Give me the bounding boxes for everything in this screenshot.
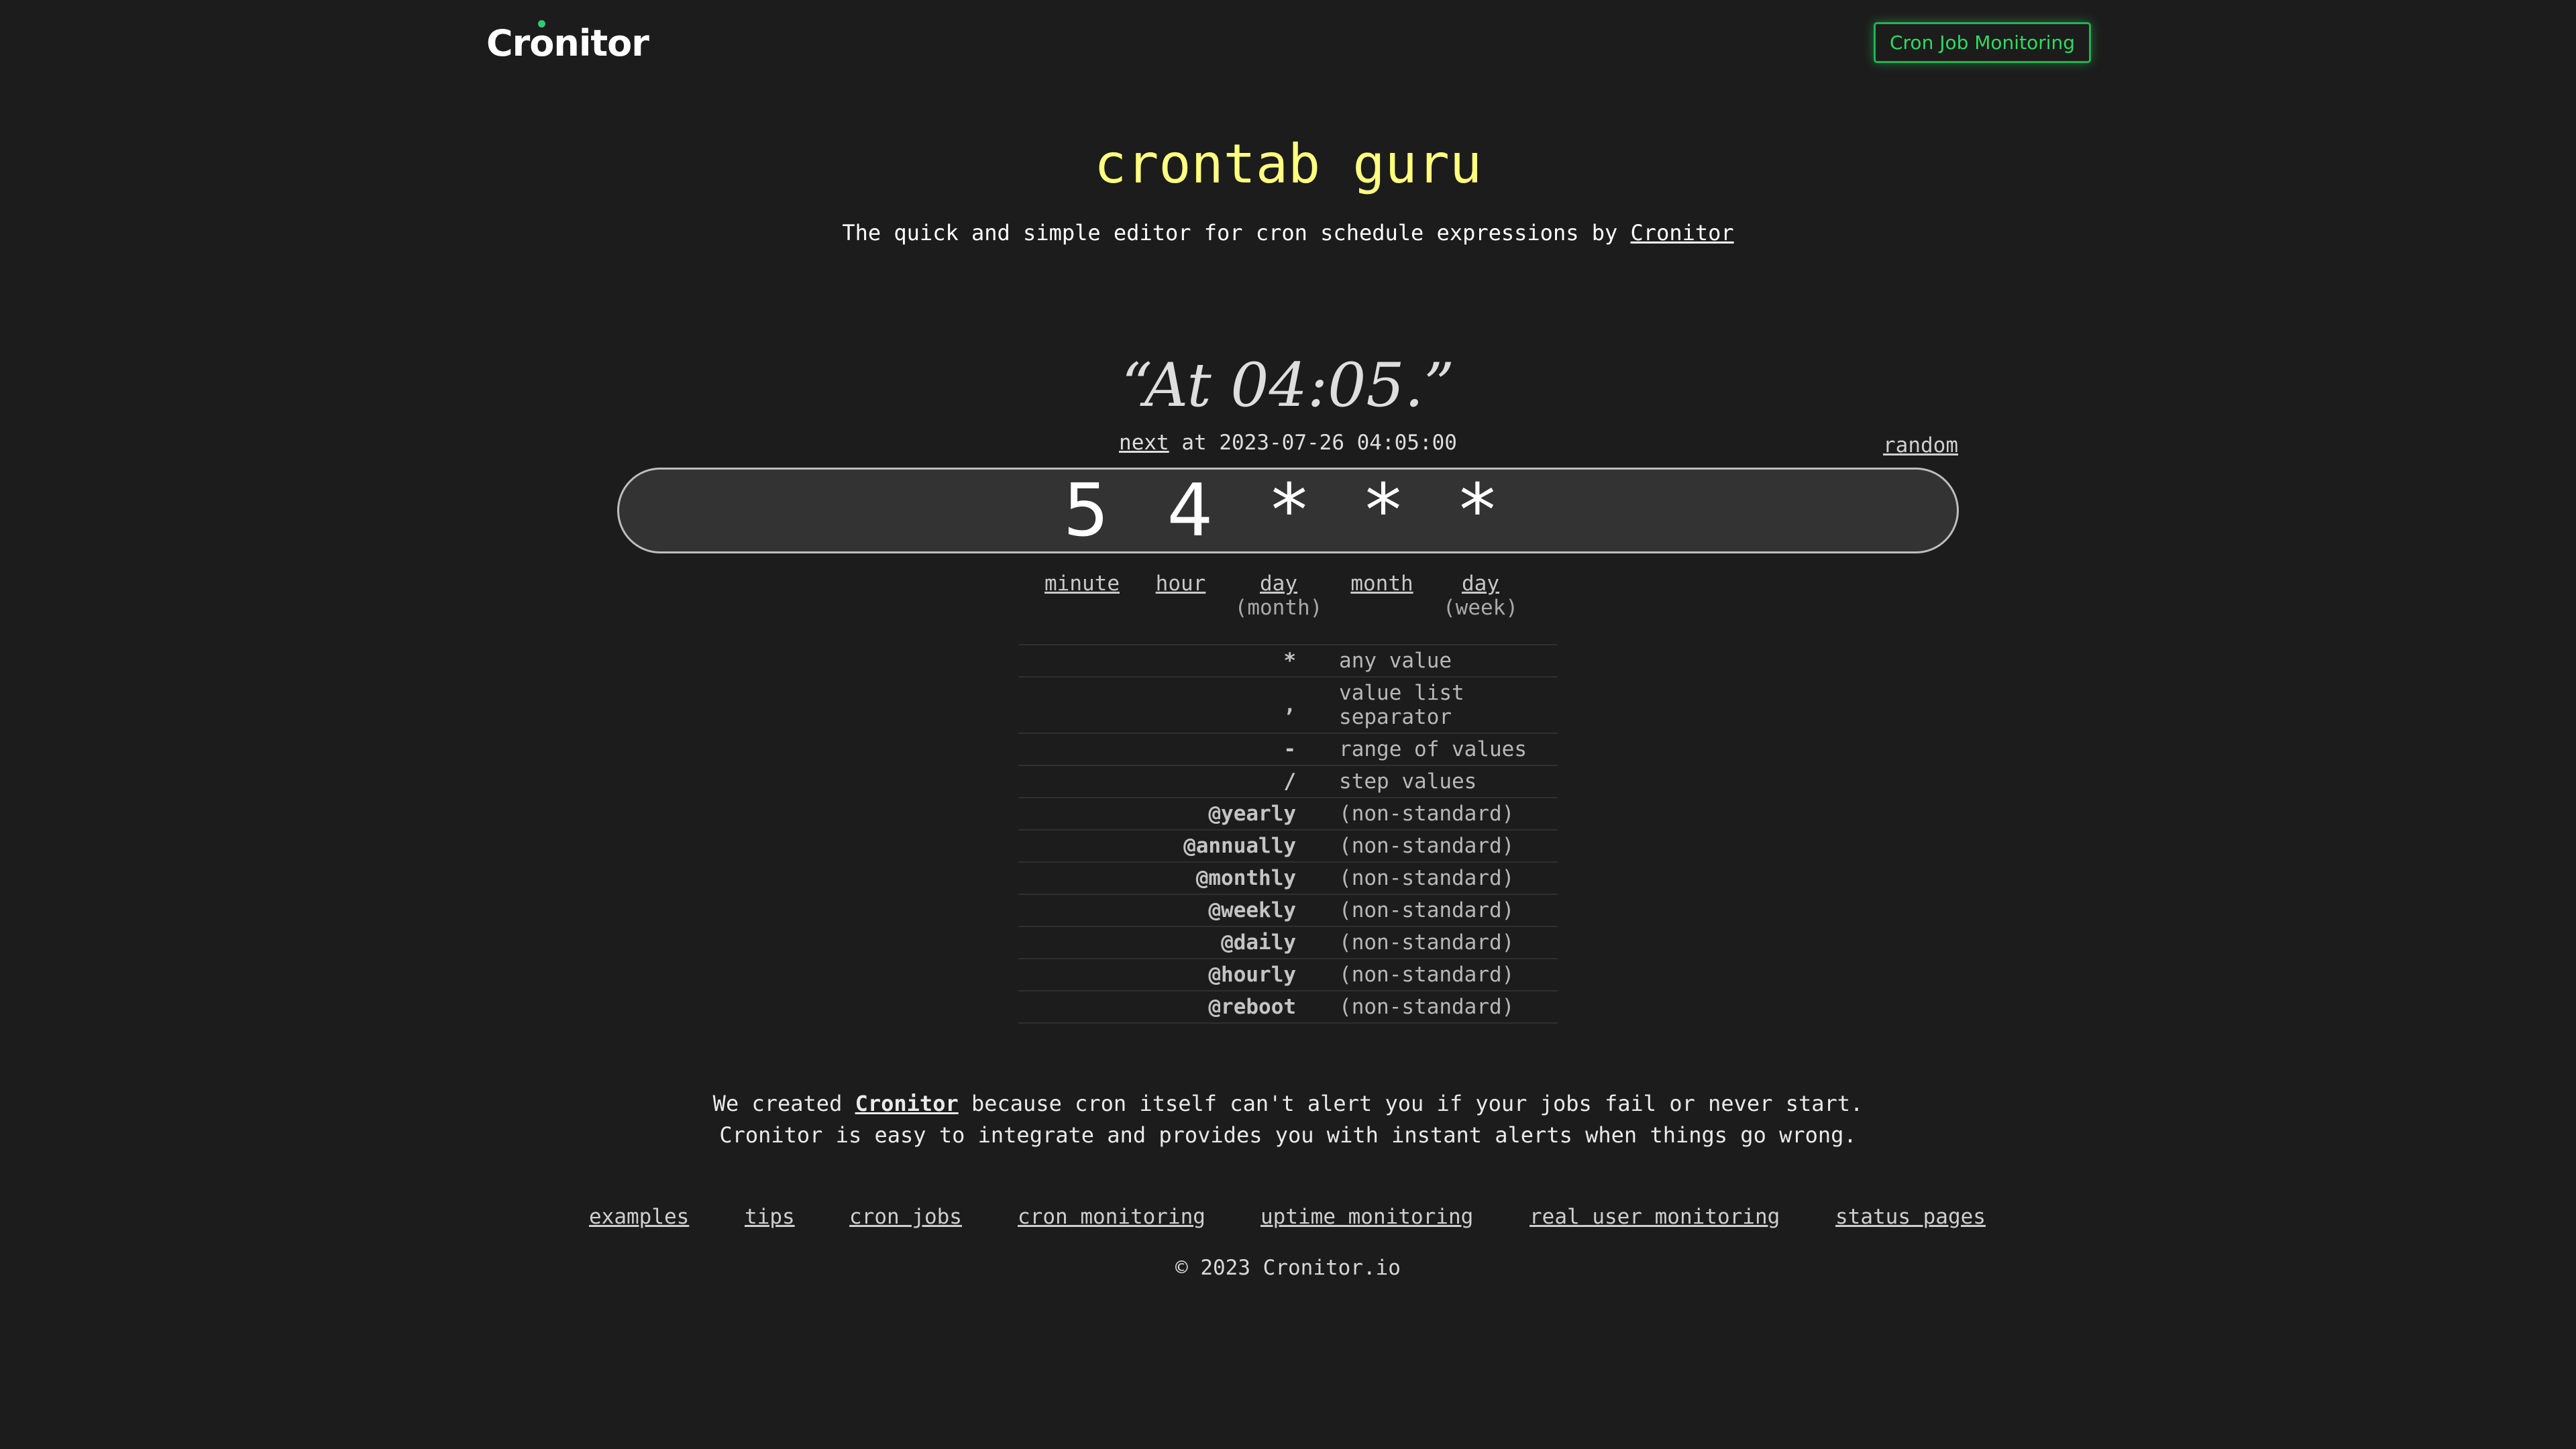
copyright: © 2023 Cronitor.io (1175, 1256, 1401, 1280)
table-row: @reboot (non-standard) (1018, 991, 1558, 1023)
part-label[interactable]: hour (1156, 572, 1206, 596)
reference-symbol: , (1283, 693, 1297, 717)
logo-text-o: o (529, 22, 554, 64)
part-label[interactable]: day (1235, 572, 1323, 596)
page-title: crontab guru (1094, 133, 1482, 195)
logo-text-suffix: nitor (553, 22, 649, 64)
table-row: * any value (1018, 645, 1558, 677)
table-row: - range of values (1018, 733, 1558, 765)
cron-expression-input[interactable]: 5 4 * * * (617, 468, 1959, 553)
logo-text-prefix: Cr (486, 22, 530, 64)
reference-description: value list separator (1339, 681, 1464, 729)
reference-description: range of values (1339, 737, 1527, 761)
footer-link-cron-jobs[interactable]: cron jobs (849, 1202, 962, 1232)
promo-prefix: We created (712, 1091, 855, 1116)
part-label[interactable]: month (1350, 572, 1413, 596)
promo-line-2: Cronitor is easy to integrate and provid… (719, 1122, 1857, 1148)
reference-description: (non-standard) (1339, 898, 1515, 922)
cron-job-monitoring-button[interactable]: Cron Job Monitoring (1874, 22, 2091, 63)
reference-symbol: @hourly (1208, 963, 1297, 987)
table-row: @yearly (non-standard) (1018, 798, 1558, 830)
part-hour[interactable]: hour (1156, 572, 1206, 596)
reference-description: (non-standard) (1339, 834, 1515, 858)
reference-symbol: @yearly (1208, 802, 1297, 826)
part-sub: (week) (1443, 596, 1518, 620)
random-link[interactable]: random (1883, 431, 1958, 460)
reference-symbol: @weekly (1208, 898, 1297, 922)
reference-symbol: - (1283, 737, 1297, 761)
reference-symbol: @daily (1221, 930, 1297, 955)
next-run: next at 2023-07-26 04:05:00 (0, 428, 2576, 458)
promo-line-1: We created Cronitor because cron itself … (0, 1088, 2576, 1120)
part-sub: (month) (1234, 596, 1323, 620)
reference-description: (non-standard) (1339, 802, 1515, 826)
reference-description: any value (1339, 649, 1452, 673)
part-month[interactable]: month (1350, 572, 1413, 596)
table-row: @monthly (non-standard) (1018, 862, 1558, 894)
reference-description: (non-standard) (1339, 995, 1515, 1019)
promo-suffix: because cron itself can't alert you if y… (958, 1091, 1864, 1116)
subtitle-cronitor-link[interactable]: Cronitor (1631, 220, 1734, 246)
reference-symbol: @reboot (1208, 995, 1297, 1019)
footer-link-status-pages[interactable]: status pages (1835, 1202, 1986, 1232)
reference-symbol: * (1283, 649, 1297, 673)
page-subtitle: The quick and simple editor for cron sch… (0, 218, 2576, 248)
cronitor-logo[interactable]: Cro nitor (486, 20, 649, 64)
reference-description: (non-standard) (1339, 963, 1515, 987)
reference-symbol: @monthly (1195, 866, 1297, 890)
logo-o: o (529, 20, 554, 64)
part-day-week[interactable]: day (week) (1443, 572, 1518, 620)
promo-text: We created Cronitor because cron itself … (0, 1088, 2576, 1151)
part-day-month[interactable]: day (month) (1235, 572, 1323, 620)
part-minute[interactable]: minute (1044, 572, 1120, 596)
part-label[interactable]: minute (1044, 572, 1120, 596)
table-row: / step values (1018, 765, 1558, 798)
footer-link-uptime-monitoring[interactable]: uptime monitoring (1260, 1202, 1473, 1232)
footer-link-tips[interactable]: tips (745, 1202, 795, 1232)
table-row: @hourly (non-standard) (1018, 959, 1558, 991)
promo-cronitor-link[interactable]: Cronitor (855, 1091, 959, 1116)
human-readable-schedule: “At 04:05.” (1121, 350, 1455, 421)
cron-parts: minute hour day (month) month day (week) (0, 572, 2576, 625)
reference-symbol: @annually (1183, 834, 1297, 858)
random-link-label[interactable]: random (1883, 433, 1958, 458)
table-row: @weekly (non-standard) (1018, 894, 1558, 926)
next-run-time: at 2023-07-26 04:05:00 (1169, 431, 1457, 455)
footer-link-cron-monitoring[interactable]: cron monitoring (1018, 1202, 1205, 1232)
footer-link-examples[interactable]: examples (589, 1202, 689, 1232)
table-row: , value list separator (1018, 677, 1558, 733)
subtitle-text: The quick and simple editor for cron sch… (842, 220, 1631, 246)
part-label[interactable]: day (1443, 572, 1518, 596)
reference-description: step values (1339, 769, 1477, 794)
table-row: @annually (non-standard) (1018, 830, 1558, 862)
footer-link-real-user-monitoring[interactable]: real user monitoring (1529, 1202, 1780, 1232)
reference-description: (non-standard) (1339, 930, 1515, 955)
syntax-reference-table: * any value , value list separator - range … (1018, 644, 1558, 1024)
reference-description: (non-standard) (1339, 866, 1515, 890)
reference-symbol: / (1283, 769, 1297, 794)
table-row: @daily (non-standard) (1018, 926, 1558, 959)
next-link[interactable]: next (1119, 431, 1169, 455)
